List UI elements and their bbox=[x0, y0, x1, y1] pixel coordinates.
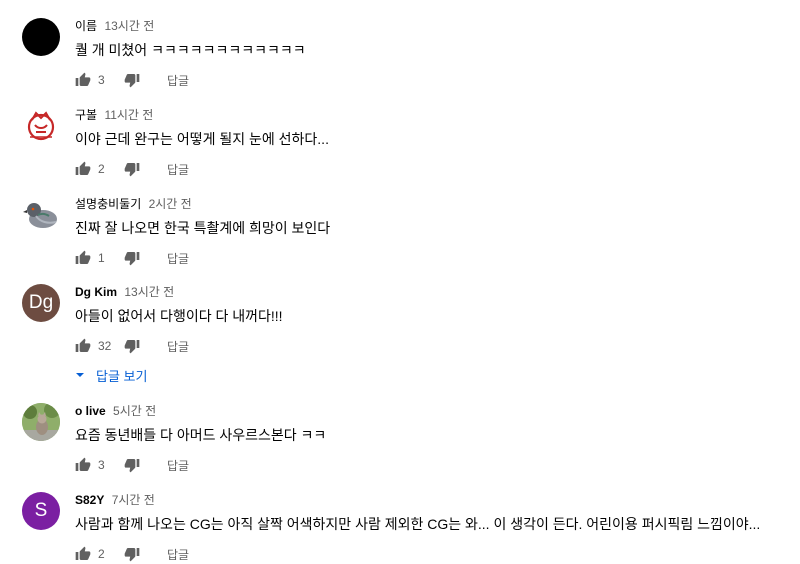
comment-actions: 2 답글 bbox=[75, 159, 785, 179]
thumb-up-icon[interactable] bbox=[75, 457, 91, 473]
comment-meta: Dg Kim 13시간 전 bbox=[75, 284, 785, 300]
thumb-down-icon[interactable] bbox=[124, 161, 140, 177]
like-count: 3 bbox=[98, 458, 105, 472]
avatar[interactable] bbox=[22, 403, 60, 441]
thumb-down-icon[interactable] bbox=[124, 546, 140, 562]
avatar[interactable] bbox=[22, 107, 60, 145]
comment-author[interactable]: 구볼 bbox=[75, 108, 97, 122]
comment-text: 진짜 잘 나오면 한국 특촬계에 희망이 보인다 bbox=[75, 220, 331, 236]
comment-time[interactable]: 13시간 전 bbox=[104, 19, 154, 33]
like-count: 2 bbox=[98, 162, 105, 176]
comment-meta: 설명충비둘기 2시간 전 bbox=[75, 196, 785, 212]
comment-meta: o live 5시간 전 bbox=[75, 403, 785, 419]
comment-body: 설명충비둘기 2시간 전 진짜 잘 나오면 한국 특촬계에 희망이 보인다 1 … bbox=[75, 196, 785, 268]
comment-meta: 이름 13시간 전 bbox=[75, 18, 785, 34]
comment-author[interactable]: 이름 bbox=[75, 19, 97, 33]
comment-actions: 3 답글 bbox=[75, 70, 785, 90]
comment-text: 요즘 동년배들 다 아머드 사우르스본다 ㅋㅋ bbox=[75, 427, 327, 443]
thumb-up-icon[interactable] bbox=[75, 72, 91, 88]
caret-down-icon bbox=[76, 373, 84, 377]
comment-text: 퀄 개 미쳤어 ㅋㅋㅋㅋㅋㅋㅋㅋㅋㅋㅋㅋ bbox=[75, 42, 306, 58]
comment-actions: 3 답글 bbox=[75, 455, 785, 475]
comment-time[interactable]: 11시간 전 bbox=[104, 108, 153, 122]
avatar[interactable]: S bbox=[22, 492, 60, 530]
avatar[interactable]: Dg bbox=[22, 284, 60, 322]
comment-actions: 32 답글 bbox=[75, 336, 785, 356]
comment-actions: 1 답글 bbox=[75, 248, 785, 268]
comment-author[interactable]: S82Y bbox=[75, 493, 104, 507]
avatar-letter: Dg bbox=[28, 292, 54, 313]
comment-time[interactable]: 13시간 전 bbox=[124, 285, 174, 299]
comment-time[interactable]: 7시간 전 bbox=[112, 493, 155, 507]
like-count: 3 bbox=[98, 73, 105, 87]
reply-button[interactable]: 답글 bbox=[167, 161, 189, 178]
thumb-up-icon[interactable] bbox=[75, 161, 91, 177]
like-count: 32 bbox=[98, 339, 112, 353]
comment-actions: 2 답글 bbox=[75, 544, 785, 564]
comment-meta: 구볼 11시간 전 bbox=[75, 107, 785, 123]
view-replies-label: 답글 보기 bbox=[96, 368, 148, 384]
comment-text: 이야 근데 완구는 어떻게 될지 눈에 선하다... bbox=[75, 131, 329, 147]
thumb-down-icon[interactable] bbox=[124, 72, 140, 88]
comment-author[interactable]: Dg Kim bbox=[75, 285, 117, 299]
thumb-down-icon[interactable] bbox=[124, 338, 140, 354]
comment-body: Dg Kim 13시간 전 아들이 없어서 다행이다 다 내꺼다!!! 32 답… bbox=[75, 284, 785, 385]
comment-time[interactable]: 5시간 전 bbox=[113, 404, 156, 418]
thumb-down-icon[interactable] bbox=[124, 250, 140, 266]
comment-text: 아들이 없어서 다행이다 다 내꺼다!!! bbox=[75, 308, 283, 324]
thumb-down-icon[interactable] bbox=[124, 457, 140, 473]
comment-meta: S82Y 7시간 전 bbox=[75, 492, 785, 508]
comment-time[interactable]: 2시간 전 bbox=[149, 197, 192, 211]
thumb-up-icon[interactable] bbox=[75, 546, 91, 562]
avatar-letter: S bbox=[34, 500, 48, 521]
thumb-up-icon[interactable] bbox=[75, 338, 91, 354]
thumb-up-icon[interactable] bbox=[75, 250, 91, 266]
reply-button[interactable]: 답글 bbox=[167, 338, 189, 355]
comment-body: 구볼 11시간 전 이야 근데 완구는 어떻게 될지 눈에 선하다... 2 답… bbox=[75, 107, 785, 179]
comment-body: 이름 13시간 전 퀄 개 미쳤어 ㅋㅋㅋㅋㅋㅋㅋㅋㅋㅋㅋㅋ 3 답글 bbox=[75, 18, 785, 90]
comment-author[interactable]: o live bbox=[75, 404, 106, 418]
like-count: 1 bbox=[98, 251, 105, 265]
reply-button[interactable]: 답글 bbox=[167, 250, 189, 267]
avatar[interactable] bbox=[22, 18, 60, 56]
view-replies-button[interactable]: 답글 보기 bbox=[75, 365, 785, 385]
reply-button[interactable]: 답글 bbox=[167, 546, 189, 563]
comment-body: S82Y 7시간 전 사람과 함께 나오는 CG는 아직 살짝 어색하지만 사람… bbox=[75, 492, 785, 564]
like-count: 2 bbox=[98, 547, 105, 561]
reply-button[interactable]: 답글 bbox=[167, 457, 189, 474]
comment-author[interactable]: 설명충비둘기 bbox=[75, 197, 141, 211]
comment-text: 사람과 함께 나오는 CG는 아직 살짝 어색하지만 사람 제외한 CG는 와.… bbox=[75, 516, 761, 532]
comment-body: o live 5시간 전 요즘 동년배들 다 아머드 사우르스본다 ㅋㅋ 3 답… bbox=[75, 403, 785, 475]
avatar[interactable] bbox=[22, 196, 60, 234]
reply-button[interactable]: 답글 bbox=[167, 72, 189, 89]
